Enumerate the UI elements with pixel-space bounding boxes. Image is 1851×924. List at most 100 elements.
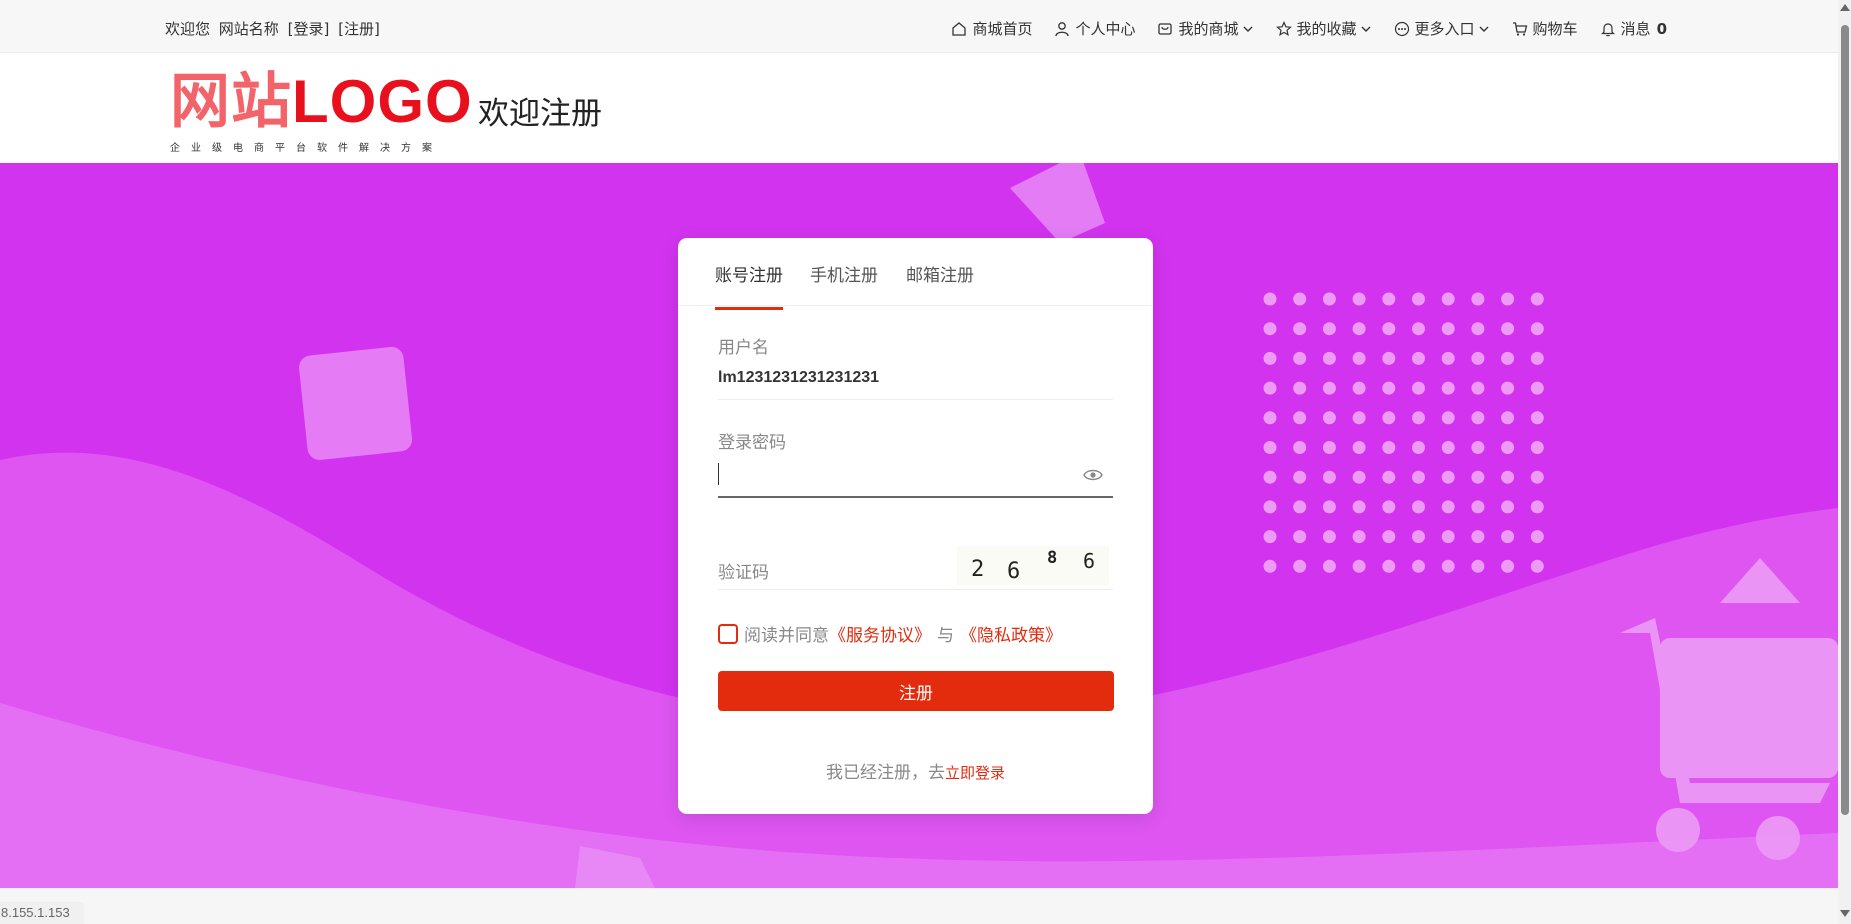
chevron-down-icon [1243,26,1252,32]
decor-dot [1382,381,1396,395]
shop-icon [1158,22,1173,35]
password-input[interactable] [718,460,1078,488]
decor-dot [1530,530,1544,544]
decor-dot [1471,500,1485,514]
star-icon [1275,20,1292,36]
decor-dot [1382,500,1396,514]
login-now-link[interactable]: 立即登录 [945,764,1005,782]
decor-dot [1382,470,1396,484]
decor-dot [1352,351,1366,365]
decor-dot [1501,322,1515,336]
scrollbar-thumb[interactable] [1841,25,1849,815]
decor-dot [1471,411,1485,425]
decor-dot [1501,470,1515,484]
decor-dot [1293,381,1307,395]
captcha-char: 6 [1007,559,1021,584]
decor-dot [1382,292,1396,306]
decor-dot [1382,351,1396,365]
nav-home-label: 商城首页 [972,20,1033,38]
decor-triangle-top [1010,163,1105,243]
nav-my-shop[interactable]: 我的商城 [1157,18,1253,39]
already-registered: 我已经注册，去立即登录 [678,758,1153,783]
decor-dot [1293,292,1307,306]
decor-dot [1352,559,1366,573]
decor-dot [1412,530,1425,544]
welcome-text: 欢迎您 [165,20,211,38]
decor-dot [1382,322,1396,336]
decor-dot [1441,441,1455,454]
decor-dot [1501,530,1515,544]
decor-dot [1293,411,1307,425]
scroll-up-arrow[interactable] [1840,4,1850,11]
chevron-down-icon [1361,26,1371,32]
decor-dot [1322,500,1336,514]
decor-dot [1530,351,1544,365]
decor-dot [1322,411,1336,425]
decor-dot [1501,559,1515,573]
decor-square [299,346,413,460]
service-agreement-link[interactable]: 《服务协议》 [829,621,931,646]
decor-dot [1530,500,1544,514]
nav-cart[interactable]: 购物车 [1512,18,1578,39]
decor-dot [1322,292,1336,306]
welcome-area: 欢迎您 网站名称 [登录] [注册] [165,18,384,39]
tab-phone-register[interactable]: 手机注册 [810,261,878,307]
login-link[interactable]: [登录] [288,20,330,38]
decor-dot [1382,441,1396,454]
nav-messages[interactable]: 消息 0 [1600,18,1667,39]
decor-dot [1322,441,1336,454]
nav-favorites-label: 我的收藏 [1296,20,1357,38]
decor-dot [1412,381,1425,395]
decor-dot [1412,411,1425,425]
nav-favorites[interactable]: 我的收藏 [1275,18,1372,39]
nav-more-label: 更多入口 [1414,20,1475,38]
nav-user-center[interactable]: 个人中心 [1054,18,1135,39]
decor-dot [1382,411,1396,425]
vertical-scrollbar[interactable] [1838,0,1851,924]
privacy-policy-link[interactable]: 《隐私政策》 [960,621,1062,646]
decor-dot [1441,559,1455,573]
decor-dot [1412,351,1425,365]
tab-account-register[interactable]: 账号注册 [715,261,783,310]
captcha-image[interactable]: 2 6 8 6 [957,546,1109,585]
eye-icon[interactable] [1083,468,1103,482]
nav-my-shop-label: 我的商城 [1178,20,1239,38]
decor-dot [1263,411,1277,425]
register-link[interactable]: [注册] [338,20,380,38]
decor-dot [1412,292,1425,306]
decor-dot [1471,381,1485,395]
username-input[interactable]: lm1231231231231231 [718,369,879,387]
site-logo[interactable]: 网站LOGO 企业级电商平台软件解决方案 [170,67,473,154]
decor-dot [1352,322,1366,336]
top-bar: 欢迎您 网站名称 [登录] [注册] 商城首页 个人中心 我的商城 我的收藏 更… [0,0,1840,53]
decor-dot [1263,559,1277,573]
bell-icon [1600,22,1615,36]
password-field[interactable]: 登录密码 [718,428,1113,498]
decor-dot [1441,530,1455,544]
register-button[interactable]: 注册 [718,671,1114,711]
register-card: 账号注册 手机注册 邮箱注册 用户名 lm1231231231231231 登录… [678,238,1153,814]
password-label: 登录密码 [718,433,786,453]
agree-checkbox[interactable] [718,623,738,644]
nav-more[interactable]: 更多入口 [1394,18,1490,39]
decor-dot [1263,500,1277,514]
decor-dot [1501,411,1515,425]
decor-dot [1382,559,1396,573]
decor-dot [1263,322,1277,336]
tab-email-register[interactable]: 邮箱注册 [906,261,974,307]
captcha-field[interactable]: 验证码 2 6 8 6 [718,540,1113,590]
decor-dot [1530,441,1544,454]
captcha-label: 验证码 [718,563,769,583]
decor-dot [1471,559,1485,573]
scroll-down-arrow[interactable] [1840,910,1850,917]
decor-dot [1471,351,1485,365]
nav-user-center-label: 个人中心 [1075,20,1136,38]
decor-dot [1530,559,1544,573]
decor-dot [1293,441,1307,454]
decor-dot [1293,500,1307,514]
decor-dot [1471,530,1485,544]
agree-text: 阅读并同意 [744,626,829,646]
text-caret [718,463,719,485]
nav-home[interactable]: 商城首页 [951,18,1032,39]
username-field[interactable]: 用户名 lm1231231231231231 [718,333,1113,400]
